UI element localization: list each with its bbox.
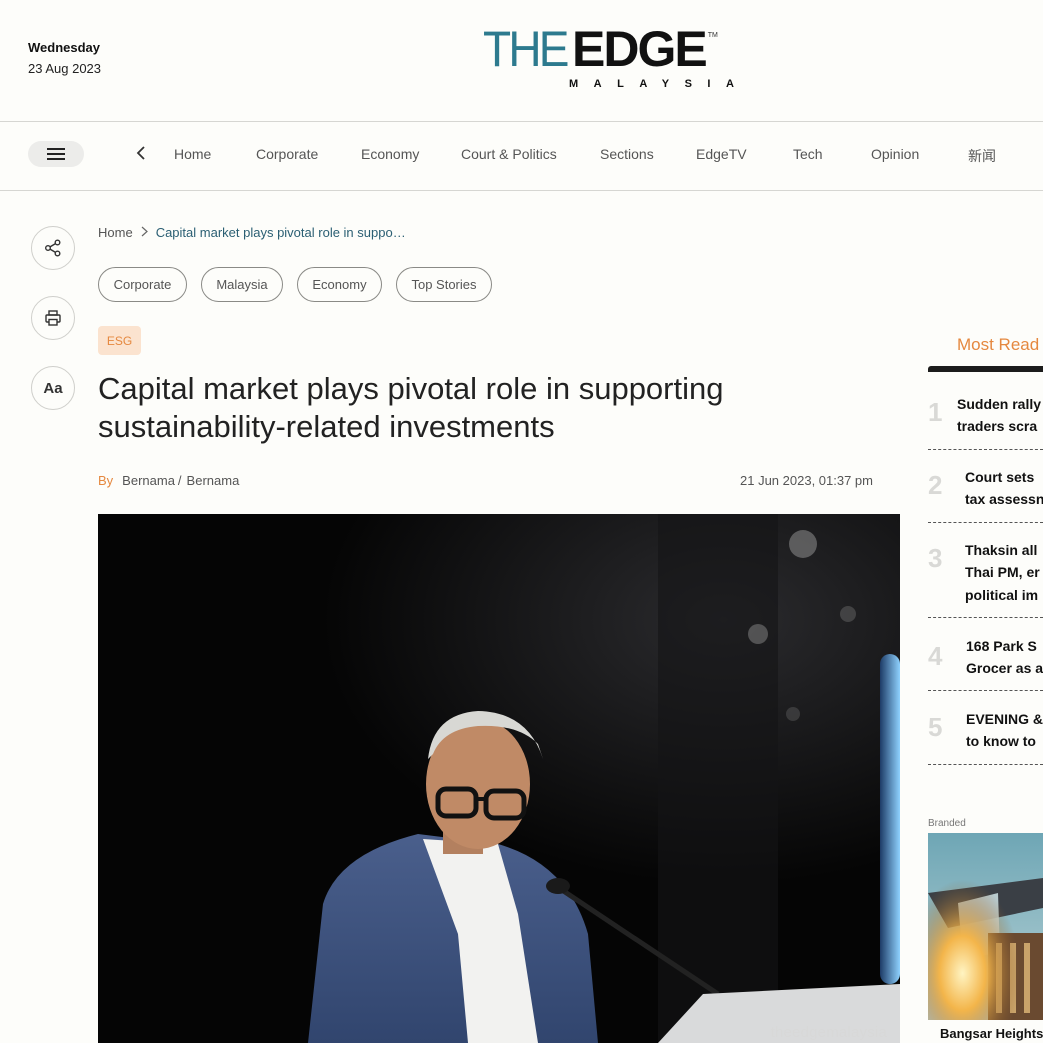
category-badge[interactable]: ESG [98,326,141,355]
headline-line-1: Capital market plays pivotal role in sup… [98,371,724,406]
most-read-headline-line: Court sets [965,469,1035,485]
nav-economy[interactable]: Economy [361,146,419,162]
byline: By Bernama / Bernama [98,473,239,488]
headline-line-2: sustainability-related investments [98,409,555,444]
most-read-headline-line: traders scra [957,418,1038,434]
most-read-divider [928,764,1043,765]
share-button[interactable] [31,226,75,270]
most-read-divider [928,690,1043,691]
branded-caption[interactable]: Bangsar Heights [940,1026,1043,1041]
branded-label: Branded [928,818,966,829]
most-read-underline [928,366,1043,372]
breadcrumb: Home Capital market plays pivotal role i… [98,225,406,240]
author-name[interactable]: Bernama [122,473,175,488]
most-read-headline-line: Sudden rally [957,396,1042,412]
nav-tech[interactable]: Tech [793,146,823,162]
most-read-item[interactable]: 3 Thaksin all Thai PM, er political im [928,539,1043,609]
most-read-rank: 1 [928,397,943,427]
menu-button[interactable] [28,141,84,167]
branded-image[interactable] [928,833,1043,1020]
most-read-headline-line: Grocer as a [966,660,1043,676]
tag-corporate[interactable]: Corporate [98,267,187,302]
nav-court-politics[interactable]: Court & Politics [461,146,557,162]
nav-opinion[interactable]: Opinion [871,146,919,162]
article-headline: Capital market plays pivotal role in sup… [98,370,858,446]
most-read-item[interactable]: 1 Sudden rally traders scra [928,393,1043,441]
most-read-rank: 5 [928,712,943,742]
tag-malaysia[interactable]: Malaysia [201,267,283,302]
most-read-divider [928,522,1043,523]
most-read-headline-line: Thai PM, er [965,564,1040,580]
breadcrumb-current[interactable]: Capital market plays pivotal role in sup… [156,225,406,240]
most-read-headline-line: to know to [966,733,1036,749]
most-read-divider [928,617,1043,618]
header-divider [0,121,1043,122]
breadcrumb-home[interactable]: Home [98,225,133,240]
logo-the: THE [483,21,569,77]
nav-home[interactable]: Home [174,146,211,162]
tag-top-stories[interactable]: Top Stories [396,267,492,302]
logo-trademark: TM [707,32,718,39]
nav-chinese-news[interactable]: 新闻 [968,146,996,166]
most-read-item[interactable]: 4 168 Park S Grocer as a [928,635,1043,683]
font-size-icon: Aa [43,379,63,397]
date-full: 23 Aug 2023 [28,61,102,76]
image-watermark: theedgemalaysia [770,1024,887,1041]
most-read-item[interactable]: 5 EVENING & to know to [928,708,1043,756]
article-source: Bernama [186,473,240,488]
most-read-rank: 4 [928,641,943,671]
most-read-headline-line: Thaksin all [965,542,1038,558]
most-read-rank: 3 [928,543,943,573]
share-icon [45,239,61,257]
most-read-headline-line: political im [965,587,1039,603]
publish-date: 21 Jun 2023, 01:37 pm [740,473,873,488]
most-read-headline-line: 168 Park S [966,638,1037,654]
nav-edgetv[interactable]: EdgeTV [696,146,747,162]
most-read-divider [928,449,1043,450]
nav-divider [0,190,1043,191]
date-day: Wednesday [28,40,101,55]
most-read-rank: 2 [928,470,943,500]
by-label: By [98,473,114,488]
nav-scroll-left-icon[interactable] [136,145,146,163]
font-size-button[interactable]: Aa [31,366,75,410]
print-button[interactable] [31,296,75,340]
most-read-headline-line: tax assessn [965,491,1043,507]
most-read-item[interactable]: 2 Court sets tax assessn [928,466,1043,514]
hamburger-icon [47,148,65,160]
nav-sections[interactable]: Sections [600,146,654,162]
logo-edge: EDGE [572,21,708,77]
tag-economy[interactable]: Economy [297,267,382,302]
most-read-title: Most Read [957,335,1040,354]
site-logo[interactable]: THE EDGE TM MALAYSIA [483,24,758,92]
article-hero-image: theedgemalaysia [98,514,900,1043]
logo-subtitle: MALAYSIA [569,78,750,90]
chevron-right-icon [141,225,148,240]
byline-separator: / [177,473,182,488]
print-icon [45,310,61,326]
most-read-headline-line: EVENING & [966,711,1043,727]
nav-corporate[interactable]: Corporate [256,146,318,162]
header-date: Wednesday 23 Aug 2023 [28,40,101,76]
